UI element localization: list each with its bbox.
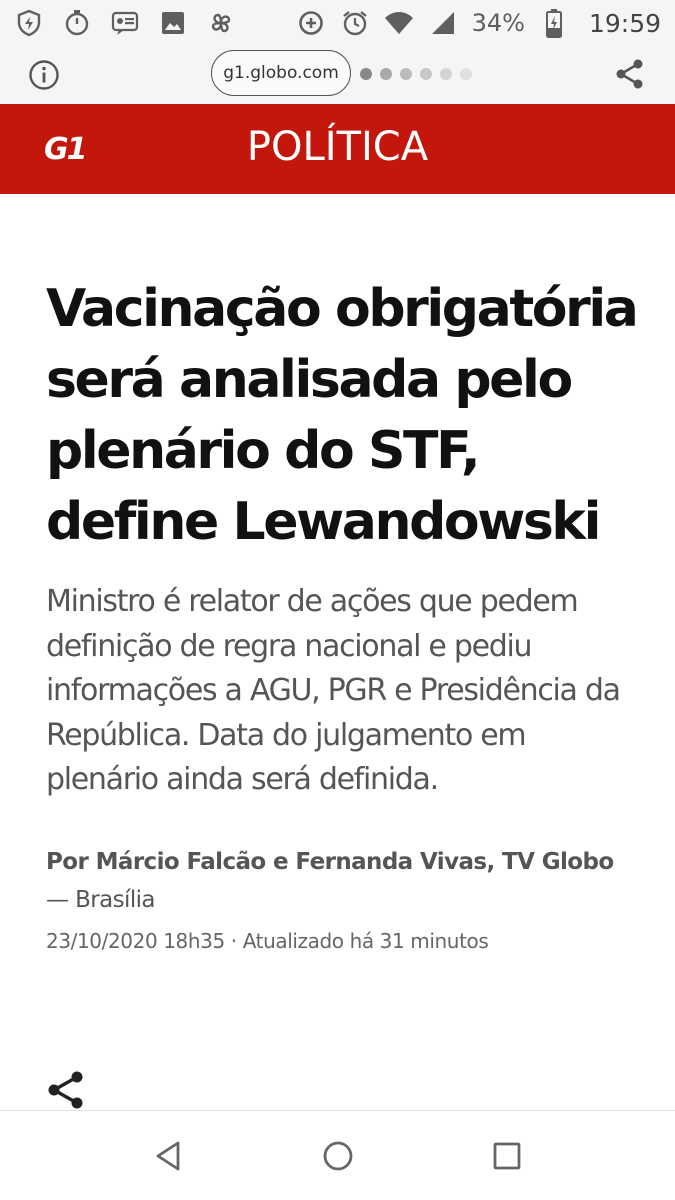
page-dot [460,68,472,80]
shield-icon [14,8,44,38]
page-dot [400,68,412,80]
page-dot [440,68,452,80]
home-button[interactable] [321,1139,355,1173]
data-saver-icon [296,8,326,38]
article-byline: Por Márcio Falcão e Fernanda Vivas, TV G… [46,843,629,919]
article-headline: Vacinação obrigatória será analisada pel… [46,279,639,552]
image-icon [158,8,188,38]
battery-icon [539,8,569,38]
article-updated: Atualizado há 31 minutos [242,928,489,953]
article-date: 23/10/2020 18h35 [46,928,225,953]
signal-icon [428,8,458,38]
browser-url-bar: g1.globo.com [0,46,675,104]
pinwheel-icon [206,8,236,38]
page-dots-indicator [360,68,472,80]
system-nav-bar [0,1110,675,1200]
article-subtitle: Ministro é relator de ações que pedem de… [46,584,621,797]
clock: 19:59 [588,8,661,38]
section-title[interactable]: POLÍTICA [0,124,675,170]
site-info-icon[interactable] [28,59,60,91]
page-dot [380,68,392,80]
article-authors: Por Márcio Falcão e Fernanda Vivas, TV G… [46,848,614,875]
article-location: — Brasília [46,886,155,913]
battery-percent: 34% [471,9,525,37]
article: Vacinação obrigatória será analisada pel… [0,194,675,953]
timer-icon [62,8,92,38]
url-field[interactable]: g1.globo.com [211,50,351,96]
status-system: 34% 19:59 [296,8,661,38]
share-icon[interactable] [614,58,646,90]
article-date-line: 23/10/2020 18h35 · Atualizado há 31 minu… [46,929,629,953]
section-header: G1 POLÍTICA [0,104,675,194]
date-separator: · [230,928,237,953]
back-button[interactable] [152,1139,186,1173]
recents-button[interactable] [490,1139,524,1173]
alarm-icon [340,8,370,38]
status-notifications [14,8,236,38]
status-bar: 34% 19:59 [0,0,675,46]
message-icon [110,8,140,38]
url-text: g1.globo.com [223,63,339,83]
page-dot [360,68,372,80]
article-share-icon[interactable] [46,1070,86,1110]
wifi-icon [384,8,414,38]
page-dot [420,68,432,80]
